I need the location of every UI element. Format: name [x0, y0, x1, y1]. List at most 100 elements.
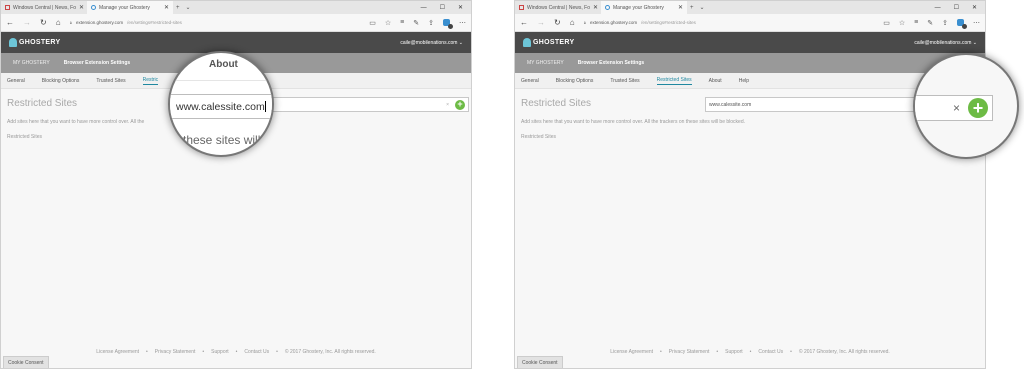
ghostery-header: GHOSTERY caile@mobilenations.com ⌄: [515, 32, 985, 53]
add-site-icon[interactable]: +: [455, 99, 465, 110]
tab-label: Manage your Ghostery: [613, 4, 664, 11]
license-agreement-link[interactable]: License Agreement: [610, 349, 653, 355]
home-icon[interactable]: ⌂: [570, 18, 575, 27]
contact-us-link[interactable]: Contact Us: [244, 349, 269, 355]
site-url-input[interactable]: www.calessite.com: [705, 97, 915, 112]
user-menu[interactable]: caile@mobilenations.com ⌄: [914, 40, 977, 46]
tab-ghostery[interactable]: Manage your Ghostery ✕: [87, 1, 173, 14]
ghostery-extension-icon[interactable]: [957, 19, 967, 29]
page-footer: License Agreement • Privacy Statement • Su…: [610, 349, 890, 355]
web-note-icon[interactable]: ✎: [413, 19, 419, 27]
clear-input-icon[interactable]: ×: [446, 102, 449, 108]
tab-windows-central[interactable]: Windows Central | News, Fo ✕: [1, 1, 87, 14]
tab-ghostery[interactable]: Manage your Ghostery ✕: [601, 1, 687, 14]
ghost-logo-icon: [523, 38, 531, 47]
forward-icon[interactable]: →: [23, 18, 31, 27]
tab-restricted-sites[interactable]: Restric: [142, 77, 159, 85]
back-icon[interactable]: ←: [6, 18, 14, 27]
browser-window-right: Windows Central | News, Fo ✕ Manage your …: [514, 0, 986, 369]
ghostery-subnav: MY GHOSTERY Browser Extension Settings: [515, 53, 985, 73]
cookie-consent-button[interactable]: Cookie Consent: [3, 356, 49, 368]
close-window-icon[interactable]: ✕: [458, 4, 463, 11]
ghostery-favicon-icon: [91, 5, 96, 10]
web-note-icon[interactable]: ✎: [927, 19, 933, 27]
nav-browser-extension-settings[interactable]: Browser Extension Settings: [64, 60, 130, 66]
zoomed-site-url-input[interactable]: www.calessite.com: [170, 94, 272, 119]
tab-about[interactable]: About: [709, 78, 722, 84]
nav-my-ghostery[interactable]: MY GHOSTERY: [527, 60, 564, 66]
tab-restricted-sites[interactable]: Restricted Sites: [656, 77, 692, 85]
lock-icon: 🔒︎: [583, 20, 586, 25]
zoomed-about-tab: About: [209, 59, 238, 70]
home-icon[interactable]: ⌂: [56, 18, 61, 27]
hub-icon[interactable]: ≡: [914, 19, 918, 26]
logo-text: GHOSTERY: [533, 39, 575, 46]
tab-general[interactable]: General: [521, 78, 539, 84]
support-link[interactable]: Support: [725, 349, 743, 355]
reading-view-icon[interactable]: ▭: [883, 19, 890, 27]
refresh-icon[interactable]: ↻: [40, 18, 47, 27]
refresh-icon[interactable]: ↻: [554, 18, 561, 27]
forward-icon[interactable]: →: [537, 18, 545, 27]
zoomed-clear-icon[interactable]: ×: [953, 101, 960, 115]
chevron-down-icon: ⌄: [972, 39, 977, 46]
share-icon[interactable]: ⇪: [942, 19, 948, 27]
windows-central-favicon-icon: [519, 5, 524, 10]
maximize-icon[interactable]: ☐: [440, 4, 445, 11]
contact-us-link[interactable]: Contact Us: [758, 349, 783, 355]
new-tab-icon[interactable]: +: [687, 1, 697, 14]
close-window-icon[interactable]: ✕: [972, 4, 977, 11]
support-link[interactable]: Support: [211, 349, 229, 355]
reading-view-icon[interactable]: ▭: [369, 19, 376, 27]
close-tab-icon[interactable]: ✕: [79, 4, 84, 11]
minimize-icon[interactable]: —: [935, 5, 941, 11]
new-tab-icon[interactable]: +: [173, 1, 183, 14]
chevron-down-icon: ⌄: [458, 39, 463, 46]
tab-list-chevron-icon[interactable]: ⌄: [697, 1, 708, 14]
url-path: /en/settings#restricted-sites: [127, 20, 182, 25]
nav-my-ghostery[interactable]: MY GHOSTERY: [13, 60, 50, 66]
tab-list-chevron-icon[interactable]: ⌄: [183, 1, 194, 14]
ghostery-logo[interactable]: GHOSTERY: [523, 38, 574, 47]
favorite-star-icon[interactable]: ☆: [385, 19, 391, 27]
hub-icon[interactable]: ≡: [400, 19, 404, 26]
user-menu[interactable]: caile@mobilenations.com ⌄: [400, 40, 463, 46]
share-icon[interactable]: ⇪: [428, 19, 434, 27]
close-tab-icon[interactable]: ✕: [164, 4, 169, 11]
tab-trusted-sites[interactable]: Trusted Sites: [610, 78, 639, 84]
url-host: extension.ghostery.com: [75, 20, 124, 25]
site-url-value: www.calessite.com: [709, 101, 752, 108]
nav-browser-extension-settings[interactable]: Browser Extension Settings: [578, 60, 644, 66]
ghostery-extension-icon[interactable]: [443, 19, 453, 29]
ghostery-favicon-icon: [605, 5, 610, 10]
zoomed-input-text: www.calessite.com: [176, 101, 265, 113]
maximize-icon[interactable]: ☐: [954, 4, 959, 11]
license-agreement-link[interactable]: License Agreement: [96, 349, 139, 355]
tab-help[interactable]: Help: [739, 78, 749, 84]
tab-trusted-sites[interactable]: Trusted Sites: [96, 78, 125, 84]
windows-central-favicon-icon: [5, 5, 10, 10]
close-tab-icon[interactable]: ✕: [593, 4, 598, 11]
magnifier-input-zoom: About www.calessite.com these sites will…: [168, 51, 274, 157]
tab-blocking-options[interactable]: Blocking Options: [42, 78, 80, 84]
privacy-statement-link[interactable]: Privacy Statement: [669, 349, 710, 355]
close-tab-icon[interactable]: ✕: [678, 4, 683, 11]
favorite-star-icon[interactable]: ☆: [899, 19, 905, 27]
minimize-icon[interactable]: —: [421, 5, 427, 11]
cookie-consent-button[interactable]: Cookie Consent: [517, 356, 563, 368]
tab-blocking-options[interactable]: Blocking Options: [556, 78, 594, 84]
tab-windows-central[interactable]: Windows Central | News, Fo ✕: [515, 1, 601, 14]
back-icon[interactable]: ←: [520, 18, 528, 27]
ghostery-logo[interactable]: GHOSTERY: [9, 38, 60, 47]
url-field[interactable]: 🔒︎ extension.ghostery.com/en/settings#res…: [70, 20, 361, 25]
url-path: /en/settings#restricted-sites: [641, 20, 696, 25]
more-icon[interactable]: ⋯: [973, 19, 980, 27]
more-icon[interactable]: ⋯: [459, 19, 466, 27]
zoomed-add-site-icon[interactable]: +: [968, 98, 988, 118]
privacy-statement-link[interactable]: Privacy Statement: [155, 349, 196, 355]
site-url-input[interactable]: × +: [269, 97, 469, 112]
restricted-sites-list-label: Restricted Sites: [521, 134, 557, 140]
tab-general[interactable]: General: [7, 78, 25, 84]
url-field[interactable]: 🔒︎ extension.ghostery.com/en/settings#res…: [584, 20, 875, 25]
ghostery-header: GHOSTERY caile@mobilenations.com ⌄: [1, 32, 471, 53]
